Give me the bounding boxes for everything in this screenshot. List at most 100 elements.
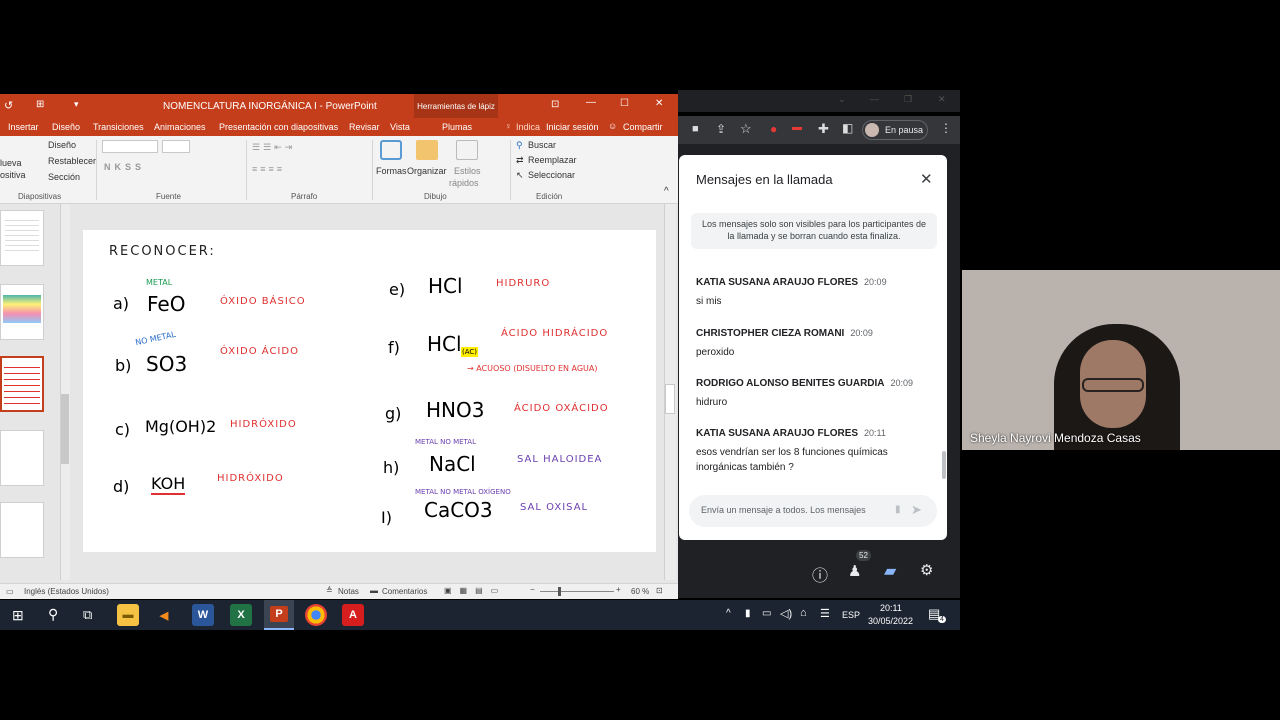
thumbnails-scrollbar[interactable] <box>60 204 70 580</box>
chat-scrollbar[interactable] <box>942 451 946 479</box>
media-player-icon[interactable]: ◀ <box>153 604 175 626</box>
fit-slide-icon[interactable]: ⊡ <box>656 586 663 595</box>
shapes-button[interactable]: Formas <box>376 166 407 176</box>
chrome-restore-icon[interactable]: ❐ <box>904 94 912 105</box>
slide-thumbnail[interactable] <box>0 284 44 340</box>
sign-in-link[interactable]: Iniciar sesión <box>546 122 599 132</box>
presenter-icon[interactable]: ⊞ <box>36 99 44 110</box>
paragraph-list-icons[interactable]: ☰☰⇤⇥ <box>252 142 295 153</box>
tray-volume-icon[interactable]: ◁) <box>780 607 792 620</box>
chrome-close-icon[interactable]: ✕ <box>938 94 946 105</box>
chrome-menu-icon[interactable]: ⋮ <box>940 121 952 135</box>
item-formula: HCl <box>427 332 462 356</box>
zoom-slider[interactable] <box>540 591 614 592</box>
tab-diseno[interactable]: Diseño <box>52 122 80 132</box>
arrange-button[interactable]: Organizar <box>407 166 447 176</box>
language-status[interactable]: Inglés (Estados Unidos) <box>24 587 109 596</box>
qat-dropdown-icon[interactable]: ▾ <box>74 99 79 110</box>
tab-transiciones[interactable]: Transiciones <box>93 122 144 132</box>
tab-presentacion[interactable]: Presentación con diapositivas <box>219 122 338 132</box>
replace-button[interactable]: Reemplazar <box>528 155 577 165</box>
undo-icon[interactable]: ↺ <box>4 99 13 112</box>
windows-start-icon[interactable]: ⊞ <box>12 607 24 624</box>
comments-button[interactable]: Comentarios <box>382 587 427 596</box>
notes-button[interactable]: Notas <box>338 587 359 596</box>
extension-record-icon[interactable]: ▬ <box>792 122 802 133</box>
view-buttons[interactable]: ▣▦▤▭ <box>444 586 506 595</box>
layout-button[interactable]: Diseño <box>48 140 76 150</box>
chrome-minimize-icon[interactable]: — <box>870 94 879 104</box>
search-icon[interactable]: ⚲ <box>48 606 58 623</box>
collapse-ribbon-icon[interactable]: ^ <box>664 186 669 197</box>
arrange-icon[interactable] <box>416 140 438 160</box>
sidepanel-icon[interactable]: ◧ <box>842 121 853 135</box>
slide-thumbnail-selected[interactable] <box>0 356 44 412</box>
quick-styles-icon[interactable] <box>456 140 478 160</box>
tab-insertar[interactable]: Insertar <box>8 122 39 132</box>
profile-paused-chip[interactable]: En pausa <box>862 120 928 140</box>
paragraph-align-icons[interactable]: ≡≡≡≡ <box>252 164 285 174</box>
chrome-tab-chevron-icon[interactable]: ⌄ <box>838 94 846 105</box>
zoom-level[interactable]: 60 % <box>631 587 649 596</box>
task-view-icon[interactable]: ⧉ <box>83 607 92 623</box>
tray-battery-icon[interactable]: ▭ <box>762 608 771 619</box>
new-slide-label[interactable]: lueva <box>0 158 22 168</box>
zoom-out-icon[interactable]: − <box>530 585 535 594</box>
participant-video-tile[interactable]: Sheyla Nayrovi Mendoza Casas <box>962 270 1280 450</box>
editor-scrollbar[interactable] <box>664 204 676 580</box>
clock-time[interactable]: 20:11 <box>880 603 902 613</box>
item-formula: SO3 <box>146 352 188 376</box>
maximize-icon[interactable]: ☐ <box>620 98 629 109</box>
quick-styles-button[interactable]: Estilos <box>454 166 481 176</box>
tell-me-box[interactable]: Indica <box>516 122 540 132</box>
zoom-slider-thumb[interactable] <box>558 587 561 596</box>
share-button[interactable]: Compartir <box>623 122 663 132</box>
find-button[interactable]: Buscar <box>528 140 556 150</box>
share-page-icon[interactable]: ⇪ <box>716 122 726 136</box>
minimize-icon[interactable]: — <box>586 97 596 108</box>
extension-red-icon[interactable]: ● <box>770 122 777 136</box>
info-icon[interactable]: ⓘ <box>812 562 828 586</box>
activities-icon[interactable]: ⚙ <box>920 561 933 579</box>
spellcheck-icon[interactable]: ▭ <box>6 587 14 596</box>
tab-animaciones[interactable]: Animaciones <box>154 122 206 132</box>
font-name-box[interactable] <box>102 140 158 153</box>
tray-wifi-icon[interactable]: ☰ <box>820 607 830 620</box>
powerpoint-taskbar-active[interactable]: P <box>264 600 294 630</box>
slide-thumbnail[interactable] <box>0 210 44 266</box>
tab-plumas[interactable]: Plumas <box>442 122 472 132</box>
ribbon-display-icon[interactable]: ⊡ <box>551 99 559 110</box>
new-slide-label-2[interactable]: ositiva <box>0 170 26 180</box>
clock-date[interactable]: 30/05/2022 <box>868 616 913 626</box>
shapes-icon[interactable] <box>380 140 402 160</box>
slide-canvas[interactable]: RECONOCER: a) METAL FeO ÓXIDO BÁSICO b) … <box>83 230 656 552</box>
send-icon[interactable]: ➤ <box>911 502 922 518</box>
bookmark-star-icon[interactable]: ☆ <box>740 121 752 137</box>
select-button[interactable]: Seleccionar <box>528 170 575 180</box>
tray-network-icon[interactable]: ⌂ <box>800 607 807 619</box>
section-button[interactable]: Sección <box>48 172 80 182</box>
font-size-box[interactable] <box>162 140 190 153</box>
chat-icon[interactable]: ▰ <box>884 561 896 581</box>
zoom-in-icon[interactable]: + <box>616 585 621 594</box>
file-explorer-icon[interactable]: ▬ <box>117 604 139 626</box>
acrobat-icon[interactable]: A <box>342 604 364 626</box>
word-icon[interactable]: W <box>192 604 214 626</box>
tray-mic-icon[interactable]: ▮ <box>745 608 751 619</box>
tray-chevron-icon[interactable]: ^ <box>726 608 731 619</box>
slide-thumbnail[interactable] <box>0 430 44 486</box>
tab-vista[interactable]: Vista <box>390 122 410 132</box>
extensions-puzzle-icon[interactable]: ✚ <box>818 121 829 137</box>
slide-thumbnail[interactable] <box>0 502 44 558</box>
camera-icon[interactable]: ■ <box>692 123 699 135</box>
close-icon[interactable]: ✕ <box>655 98 663 109</box>
chat-input[interactable]: Envía un mensaje a todos. Los mensajes ▮… <box>689 495 937 527</box>
reset-button[interactable]: Restablecer <box>48 156 96 166</box>
people-icon[interactable]: ♟ <box>848 562 861 580</box>
font-format-icons[interactable]: NKSS <box>104 162 145 172</box>
chrome-icon[interactable] <box>305 604 327 626</box>
close-icon[interactable]: ✕ <box>920 170 933 188</box>
input-language[interactable]: ESP <box>842 610 860 620</box>
excel-icon[interactable]: X <box>230 604 252 626</box>
tab-revisar[interactable]: Revisar <box>349 122 380 132</box>
